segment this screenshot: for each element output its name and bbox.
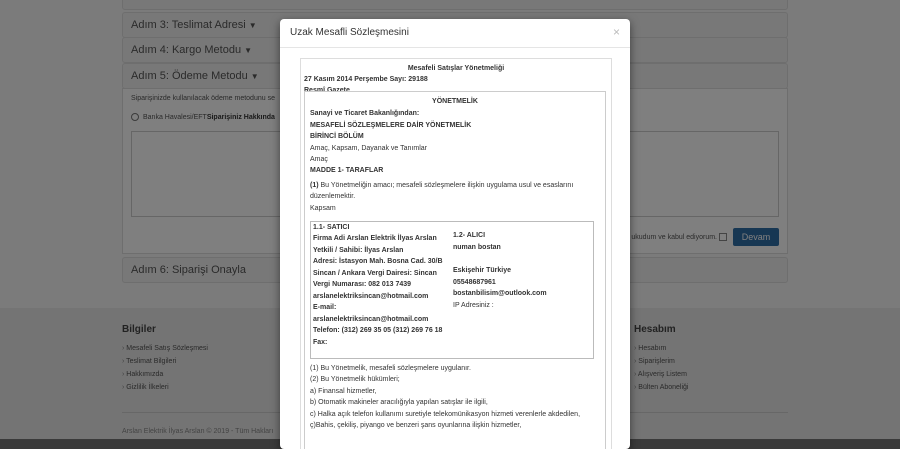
doc-scope-2: (2) Bu Yönetmelik hükümleri; — [310, 376, 400, 383]
doc-scope-d: ç)Bahis, çekiliş, piyango ve benzeri şan… — [310, 422, 522, 429]
seller-line: Fax: — [313, 339, 328, 346]
doc-scope-c: c) Halka açık telefon kullanımı suretiyl… — [310, 411, 581, 418]
doc-section-title: Amaç, Kapsam, Dayanak ve Tanımlar — [310, 145, 427, 152]
modal-title: Uzak Mesafli Sözleşmesini — [290, 27, 409, 38]
doc-heading: YÖNETMELİK — [432, 98, 478, 105]
seller-line: Firma Adi Arslan Elektrik İlyas Arslan — [313, 235, 437, 242]
contract-modal: Uzak Mesafli Sözleşmesini × Mesafeli Sat… — [280, 19, 630, 449]
doc-paragraph-1-cont: düzenlemektir. — [310, 193, 356, 200]
doc-scope-a: a) Finansal hizmetler, — [310, 388, 377, 395]
seller-line: Sincan / Ankara Vergi Dairesi: Sincan — [313, 270, 437, 277]
buyer-phone: 05548687961 — [453, 279, 496, 286]
seller-line: Telefon: (312) 269 35 05 (312) 269 76 18 — [313, 327, 443, 334]
parties-box: 1.1- SATICI Firma Adi Arslan Elektrik İl… — [310, 221, 594, 359]
doc-ministry: Sanayi ve Ticaret Bakanlığından: — [310, 110, 420, 117]
buyer-city: Eskişehir Türkiye — [453, 267, 511, 274]
doc-scope: Kapsam — [310, 205, 336, 212]
doc-regulation-name: MESAFELİ SÖZLEŞMELERE DAİR YÖNETMELİK — [310, 122, 472, 129]
doc-paragraph-text: Bu Yönetmeliğin amacı; mesafeli sözleşme… — [318, 182, 574, 189]
doc-date: 27 Kasım 2014 Perşembe Sayı: 29188 — [304, 76, 428, 83]
seller-line: Vergi Numarası: 082 013 7439 — [313, 281, 412, 288]
contract-document[interactable]: Mesafeli Satışlar Yönetmeliği 27 Kasım 2… — [300, 58, 612, 449]
seller-line: 1.1- SATICI — [313, 224, 350, 231]
doc-scope-1: (1) Bu Yönetmelik, mesafeli sözleşmelere… — [310, 365, 471, 372]
seller-line: arslanelektriksincan@hotmail.com — [313, 293, 429, 300]
doc-article-1: MADDE 1- TARAFLAR — [310, 167, 384, 174]
close-icon[interactable]: × — [613, 25, 620, 39]
buyer-ip: IP Adresiniz : — [453, 302, 494, 309]
seller-line: arslanelektriksincan@hotmail.com — [313, 316, 429, 323]
modal-header: Uzak Mesafli Sözleşmesini × — [280, 19, 630, 48]
doc-title: Mesafeli Satışlar Yönetmeliği — [407, 65, 505, 72]
buyer-title: 1.2- ALICI — [453, 232, 486, 239]
buyer-name: numan bostan — [453, 244, 501, 251]
seller-line: Yetkili / Sahibi: İlyas Arslan — [313, 247, 404, 254]
doc-paragraph-1: (1) Bu Yönetmeliğin amacı; mesafeli sözl… — [310, 182, 573, 189]
seller-line: E-mail: — [313, 304, 337, 311]
buyer-email: bostanbilisim@outlook.com — [453, 290, 547, 297]
doc-section: BİRİNCİ BÖLÜM — [310, 133, 364, 140]
regulation-box: YÖNETMELİK Sanayi ve Ticaret Bakanlığınd… — [304, 91, 606, 449]
doc-purpose: Amaç — [310, 156, 328, 163]
seller-line: Adresi: İstasyon Mah. Bosna Cad. 30/B — [313, 258, 443, 265]
doc-paragraph-number: (1) — [310, 182, 319, 189]
doc-scope-b: b) Otomatik makineler aracılığıyla yapıl… — [310, 399, 488, 406]
